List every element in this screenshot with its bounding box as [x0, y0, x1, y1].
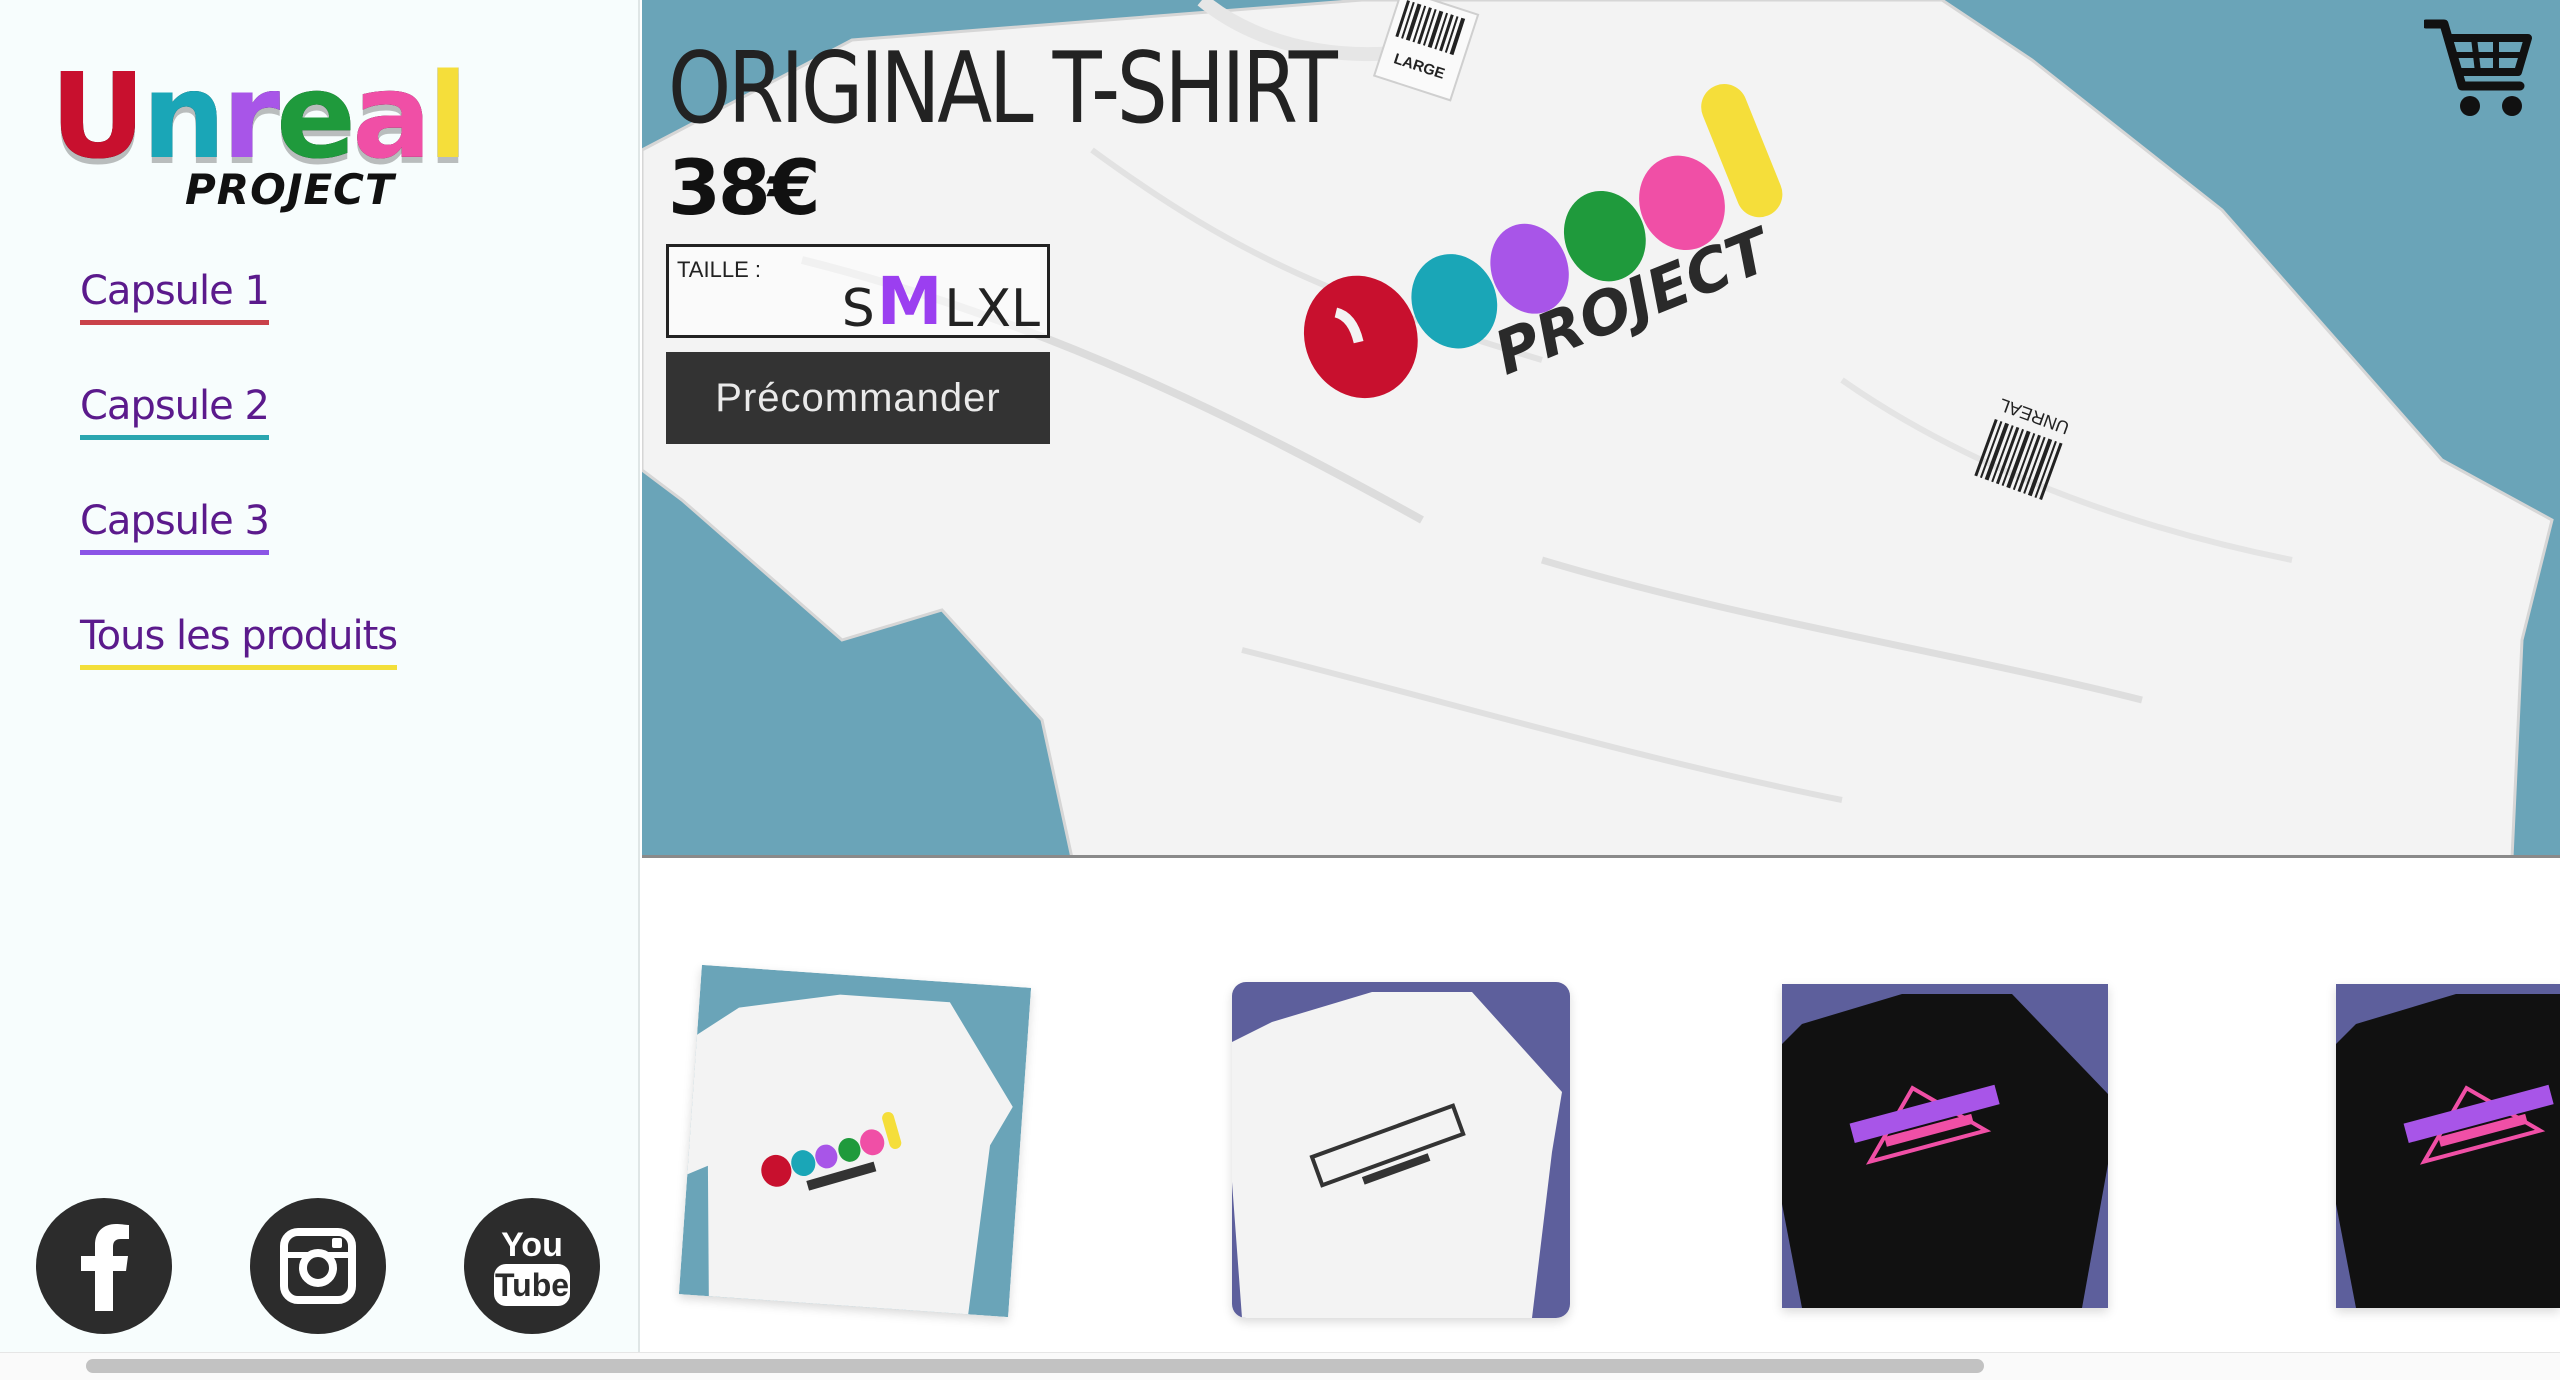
instagram-link[interactable]: [250, 1198, 386, 1334]
thumb-image: [1232, 982, 1570, 1318]
thumb-retro-black[interactable]: [1782, 984, 2108, 1308]
youtube-icon: You Tube: [494, 1226, 570, 1306]
product-title: ORIGINAL T-SHIRT: [668, 32, 1338, 146]
app: Unreal PROJECT Capsule 1 Capsule 2 Capsu…: [0, 0, 2560, 1380]
logo-letter: r: [221, 47, 280, 185]
logo-letter: a: [352, 47, 432, 185]
nav-all-products[interactable]: Tous les produits: [80, 613, 398, 670]
logo-letter: U: [50, 47, 146, 185]
category-nav: Capsule 1 Capsule 2 Capsule 3 Tous les p…: [80, 268, 398, 728]
product-price: 38€: [668, 143, 821, 232]
preorder-button[interactable]: Précommander: [666, 352, 1050, 444]
sidebar: Unreal PROJECT Capsule 1 Capsule 2 Capsu…: [0, 0, 640, 1352]
size-option-xl[interactable]: XL: [974, 283, 1041, 335]
facebook-link[interactable]: [36, 1198, 172, 1334]
thumb-image: [1782, 984, 2108, 1308]
youtube-you-text: You: [501, 1226, 563, 1264]
logo-word: Unreal: [50, 55, 570, 175]
thumb-retro-black-2[interactable]: [2336, 984, 2560, 1308]
logo-subtitle: PROJECT: [185, 165, 395, 214]
youtube-link[interactable]: You Tube: [464, 1198, 600, 1334]
size-selector: TAILLE : S M L XL: [666, 244, 1050, 338]
cart-icon[interactable]: [2424, 16, 2534, 120]
thumb-original-white[interactable]: [678, 964, 1032, 1318]
horizontal-scrollbar[interactable]: [0, 1352, 2560, 1380]
nav-capsule-1[interactable]: Capsule 1: [80, 268, 270, 325]
thumb-outline-white[interactable]: [1232, 982, 1570, 1318]
instagram-icon: [280, 1228, 356, 1304]
nav-capsule-3[interactable]: Capsule 3: [80, 498, 270, 555]
facebook-icon: [81, 1224, 129, 1311]
size-label: TAILLE :: [677, 257, 761, 282]
logo-letter: l: [427, 47, 469, 185]
logo-letter: e: [276, 47, 356, 185]
size-option-s[interactable]: S: [841, 283, 876, 335]
size-options: S M L XL: [841, 269, 1041, 336]
thumb-image: [2336, 984, 2560, 1308]
scrollbar-thumb[interactable]: [86, 1359, 1984, 1373]
youtube-tube-text: Tube: [495, 1267, 569, 1303]
brand-logo[interactable]: Unreal PROJECT: [50, 55, 570, 225]
size-option-l[interactable]: L: [943, 283, 974, 335]
logo-letter: n: [141, 47, 226, 185]
nav-capsule-2[interactable]: Capsule 2: [80, 383, 270, 440]
social-links: You Tube: [36, 1198, 606, 1338]
thumb-image: [678, 964, 1032, 1318]
size-option-m[interactable]: M: [876, 269, 944, 335]
product-hero: LARGE UNREAL PROJECT ORIGINAL T-SHIRT 38…: [642, 0, 2560, 858]
